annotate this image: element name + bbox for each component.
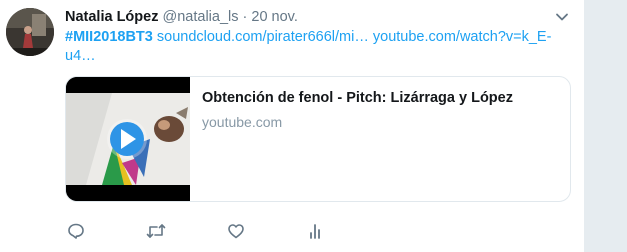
video-thumbnail[interactable] xyxy=(66,77,190,201)
separator-dot: · xyxy=(242,9,248,25)
card-domain: youtube.com xyxy=(202,114,283,130)
link-card[interactable]: Obtención de fenol - Pitch: Lizárraga y … xyxy=(65,76,571,202)
card-title[interactable]: Obtención de fenol - Pitch: Lizárraga y … xyxy=(202,89,560,108)
tweet-date[interactable]: 20 nov. xyxy=(251,9,298,25)
hashtag-link[interactable]: #MII2018BT3 xyxy=(65,29,153,45)
heart-icon[interactable] xyxy=(225,221,247,241)
timeline-background xyxy=(584,0,627,252)
retweet-icon[interactable] xyxy=(145,221,167,241)
reply-icon[interactable] xyxy=(65,221,87,241)
soundcloud-link[interactable]: soundcloud.com/pirater666l/mi… xyxy=(157,29,369,45)
card-body: Obtención de fenol - Pitch: Lizárraga y … xyxy=(202,89,560,131)
tweet-header: Natalia López @natalia_ls · 20 nov. xyxy=(65,8,564,26)
user-name[interactable]: Natalia López xyxy=(65,9,158,25)
tweet[interactable]: Natalia López @natalia_ls · 20 nov. #MII… xyxy=(0,0,584,252)
avatar[interactable] xyxy=(6,8,54,56)
tweet-actions xyxy=(65,221,485,241)
analytics-icon[interactable] xyxy=(305,221,327,241)
user-handle[interactable]: @natalia_ls xyxy=(163,9,239,25)
chevron-down-icon[interactable] xyxy=(553,8,571,26)
tweet-text: #MII2018BT3 soundcloud.com/pirater666l/m… xyxy=(65,28,565,66)
